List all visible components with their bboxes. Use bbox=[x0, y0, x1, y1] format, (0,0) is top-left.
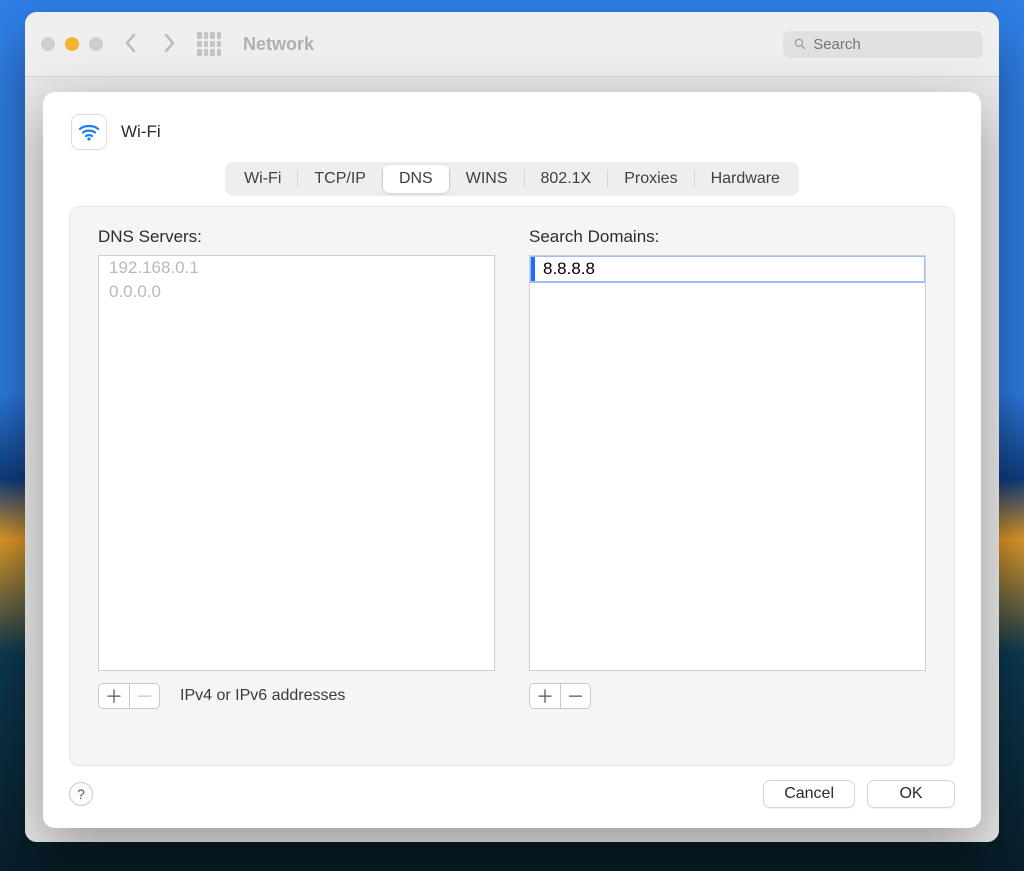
window-controls bbox=[41, 37, 103, 51]
dns-servers-column: DNS Servers: 192.168.0.1 0.0.0.0 ＋ － IPv… bbox=[98, 227, 495, 739]
tab-wins[interactable]: WINS bbox=[450, 165, 524, 193]
tab-hardware[interactable]: Hardware bbox=[695, 165, 796, 193]
tab-dns[interactable]: DNS bbox=[383, 165, 449, 193]
dns-servers-list[interactable]: 192.168.0.1 0.0.0.0 bbox=[98, 255, 495, 671]
sheet-footer: ? Cancel OK bbox=[69, 780, 955, 808]
remove-search-domain-button[interactable]: － bbox=[560, 684, 590, 708]
forward-button[interactable] bbox=[157, 31, 183, 57]
add-dns-server-button[interactable]: ＋ bbox=[99, 684, 129, 708]
search-icon bbox=[793, 36, 807, 52]
tab-wifi[interactable]: Wi-Fi bbox=[228, 165, 297, 193]
add-search-domain-button[interactable]: ＋ bbox=[530, 684, 560, 708]
minimize-window-button[interactable] bbox=[65, 37, 79, 51]
dns-server-entry[interactable]: 192.168.0.1 bbox=[99, 256, 494, 280]
window-title: Network bbox=[243, 34, 314, 55]
system-preferences-window: Network Wi-Fi Wi-Fi TCP/IP bbox=[25, 12, 999, 842]
remove-dns-server-button[interactable]: － bbox=[129, 684, 159, 708]
show-all-icon[interactable] bbox=[197, 32, 221, 56]
tab-8021x[interactable]: 802.1X bbox=[525, 165, 608, 193]
tab-tcpip[interactable]: TCP/IP bbox=[298, 165, 382, 193]
search-domains-label: Search Domains: bbox=[529, 227, 926, 247]
wifi-icon bbox=[71, 114, 107, 150]
service-name: Wi-Fi bbox=[121, 122, 161, 142]
dns-server-entry[interactable]: 0.0.0.0 bbox=[99, 280, 494, 304]
zoom-window-button[interactable] bbox=[89, 37, 103, 51]
tab-proxies[interactable]: Proxies bbox=[608, 165, 693, 193]
search-domains-column: Search Domains: 8.8.8.8 ＋ － bbox=[529, 227, 926, 739]
dns-panel: DNS Servers: 192.168.0.1 0.0.0.0 ＋ － IPv… bbox=[69, 206, 955, 766]
service-header: Wi-Fi bbox=[71, 114, 955, 150]
advanced-settings-sheet: Wi-Fi Wi-Fi TCP/IP DNS WINS 802.1X Proxi… bbox=[43, 92, 981, 828]
close-window-button[interactable] bbox=[41, 37, 55, 51]
cancel-button[interactable]: Cancel bbox=[763, 780, 855, 808]
dns-servers-label: DNS Servers: bbox=[98, 227, 495, 247]
search-domain-input[interactable]: 8.8.8.8 bbox=[531, 257, 924, 281]
toolbar: Network bbox=[25, 12, 999, 77]
dns-servers-add-remove: ＋ － bbox=[98, 683, 160, 709]
search-domains-list[interactable]: 8.8.8.8 bbox=[529, 255, 926, 671]
help-button[interactable]: ? bbox=[69, 782, 93, 806]
dns-servers-hint: IPv4 or IPv6 addresses bbox=[180, 687, 345, 705]
search-input[interactable] bbox=[813, 36, 973, 53]
ok-button[interactable]: OK bbox=[867, 780, 955, 808]
search-domains-add-remove: ＋ － bbox=[529, 683, 591, 709]
tabs: Wi-Fi TCP/IP DNS WINS 802.1X Proxies Har… bbox=[225, 162, 799, 196]
back-button[interactable] bbox=[117, 31, 143, 57]
search-domain-entry-editing[interactable]: 8.8.8.8 bbox=[530, 257, 925, 281]
search-field[interactable] bbox=[783, 31, 983, 58]
